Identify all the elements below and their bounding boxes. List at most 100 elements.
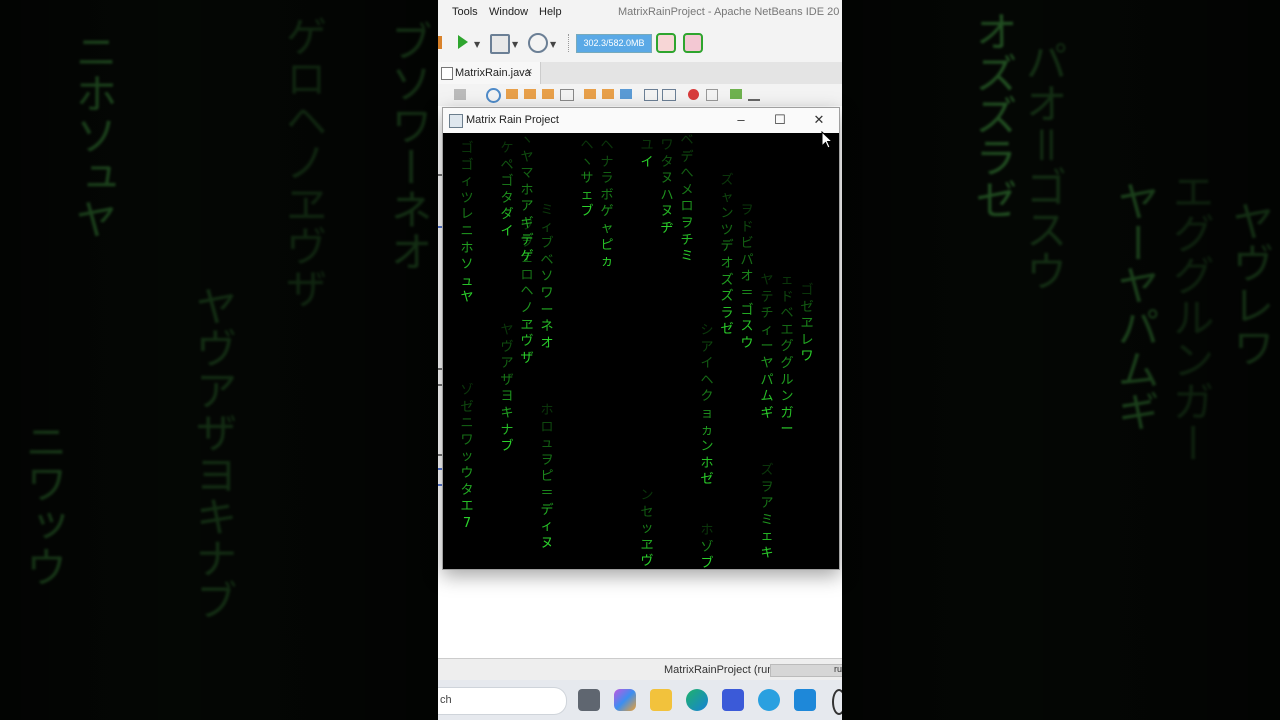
rain-glyph: ゼ — [720, 322, 734, 338]
rain-glyph: ケ — [500, 141, 514, 156]
rain-glyph: ャ — [600, 220, 614, 236]
background-right-panel: オズズラゼパオ＝ゴスウヤーヤパムギエググルンガーヤヴレワ — [842, 0, 1280, 720]
copilot-icon[interactable] — [614, 689, 636, 711]
rain-glyph: オ — [540, 335, 554, 351]
menu-tools[interactable]: Tools — [452, 6, 478, 18]
rain-glyph: ベ — [540, 252, 554, 268]
run-icon[interactable] — [458, 35, 468, 49]
rain-column: ズヲアミェキ — [759, 463, 775, 563]
partial-toolbar-icon[interactable] — [438, 36, 442, 49]
matrix-rain-window: Matrix Rain Project – ☐ ✕ ゴゴィツレニホソュヤゾゼニワ… — [442, 107, 840, 570]
profile-dropdown-icon[interactable]: ▼ — [550, 40, 556, 49]
rain-glyph: ワ — [660, 138, 674, 153]
rain-glyph: ア — [760, 496, 774, 512]
rain-glyph: ワ — [540, 285, 554, 301]
rain-column: シアイヘクョヵンホゼ — [699, 323, 715, 489]
rain-glyph: ィ — [540, 219, 554, 235]
rain-glyph: ー — [780, 422, 794, 438]
edge-icon[interactable] — [686, 689, 708, 711]
next-bookmark-icon[interactable] — [602, 89, 614, 99]
help-app-icon[interactable] — [758, 689, 780, 711]
rain-glyph: ナ — [600, 154, 614, 170]
rain-glyph: グ — [780, 355, 794, 371]
rain-glyph: ャ — [720, 189, 734, 205]
maximize-button[interactable]: ☐ — [761, 108, 799, 133]
find-next-icon[interactable] — [524, 89, 536, 99]
stop-macro-icon[interactable] — [706, 89, 718, 101]
rain-glyph: ズ — [760, 463, 774, 478]
taskbar-search[interactable]: ch — [438, 687, 567, 715]
rain-glyph: ブ — [700, 556, 714, 569]
previous-bookmark-icon[interactable] — [584, 89, 596, 99]
rain-glyph: ヽ — [520, 133, 534, 148]
rain-glyph: イ — [640, 154, 654, 170]
app-title: Matrix Rain Project — [466, 114, 559, 126]
rain-glyph: チ — [680, 232, 694, 248]
background-fade — [0, 0, 438, 720]
store-icon[interactable] — [722, 689, 744, 711]
rain-glyph: タ — [460, 482, 474, 498]
uncomment-icon[interactable] — [748, 89, 760, 101]
file-explorer-icon[interactable] — [650, 689, 672, 711]
mysql-icon[interactable] — [794, 689, 816, 711]
close-button[interactable]: ✕ — [800, 108, 838, 133]
run-dropdown-icon[interactable]: ▼ — [474, 40, 480, 49]
rain-glyph: ミ — [760, 512, 774, 528]
debug-project-icon[interactable] — [490, 34, 510, 54]
tab-label: MatrixRain.java — [455, 67, 531, 79]
rain-glyph: ラ — [600, 171, 614, 187]
rain-glyph: ヱ — [640, 537, 654, 553]
find-icon[interactable] — [486, 88, 501, 103]
rain-glyph: タ — [500, 190, 514, 206]
rain-glyph: ネ — [540, 319, 554, 335]
editor-toolbar — [438, 84, 842, 107]
memory-indicator[interactable]: 302.3/582.0MB — [576, 34, 652, 53]
rain-glyph: ヌ — [660, 204, 674, 220]
debug-dropdown-icon[interactable]: ▼ — [512, 40, 518, 49]
find-previous-icon[interactable] — [506, 89, 518, 99]
rain-glyph: ヨ — [500, 389, 514, 405]
profile-icon[interactable] — [528, 33, 548, 53]
cursor-arrow-icon — [821, 130, 834, 149]
gc-icon[interactable] — [656, 33, 676, 53]
menu-window[interactable]: Window — [489, 6, 528, 18]
run-status[interactable]: MatrixRainProject (run) — [664, 664, 777, 676]
rain-glyph: ゼ — [800, 299, 814, 315]
rain-glyph: ヤ — [760, 355, 774, 371]
rain-glyph: ロ — [520, 267, 534, 283]
shift-right-icon[interactable] — [662, 89, 676, 101]
app-titlebar[interactable]: Matrix Rain Project – ☐ ✕ — [443, 108, 839, 133]
snapshot-icon[interactable] — [683, 33, 703, 53]
rain-glyph: ＝ — [740, 285, 754, 301]
partial-taskbar-icon[interactable] — [832, 689, 842, 715]
rain-glyph: ゼ — [460, 399, 474, 415]
rain-glyph: ワ — [460, 432, 474, 448]
rain-glyph: ダ — [500, 207, 514, 223]
rain-glyph: ミ — [540, 203, 554, 218]
toggle-bookmark-icon[interactable] — [620, 89, 632, 99]
java-app-icon — [449, 114, 463, 128]
rain-column: ゾゼニワッウタエ7 — [459, 383, 475, 532]
rain-glyph: ホ — [700, 455, 714, 471]
find-selection-icon[interactable] — [542, 89, 554, 99]
rain-glyph: ヘ — [580, 138, 594, 153]
rain-glyph: ワ — [520, 218, 534, 233]
comment-icon[interactable] — [730, 89, 742, 99]
menu-help[interactable]: Help — [539, 6, 562, 18]
tab-close-icon[interactable]: × — [526, 66, 532, 78]
shift-left-icon[interactable] — [644, 89, 658, 101]
editor-tabs: MatrixRain.java × — [438, 62, 842, 85]
minimize-button[interactable]: – — [722, 108, 760, 133]
task-view-icon[interactable] — [578, 689, 600, 711]
rain-glyph: ン — [640, 488, 654, 503]
source-history-icon[interactable] — [454, 89, 466, 100]
rain-glyph: ホ — [520, 182, 534, 198]
rain-glyph: ヘ — [700, 372, 714, 388]
tab-matrixrain-java[interactable]: MatrixRain.java × — [438, 62, 541, 84]
rain-glyph: ィ — [540, 519, 554, 535]
rain-glyph: ボ — [600, 187, 614, 203]
rain-glyph: ヵ — [600, 254, 614, 270]
toggle-highlight-icon[interactable] — [560, 89, 574, 101]
rain-glyph: ワ — [800, 349, 814, 365]
start-macro-icon[interactable] — [688, 89, 699, 100]
